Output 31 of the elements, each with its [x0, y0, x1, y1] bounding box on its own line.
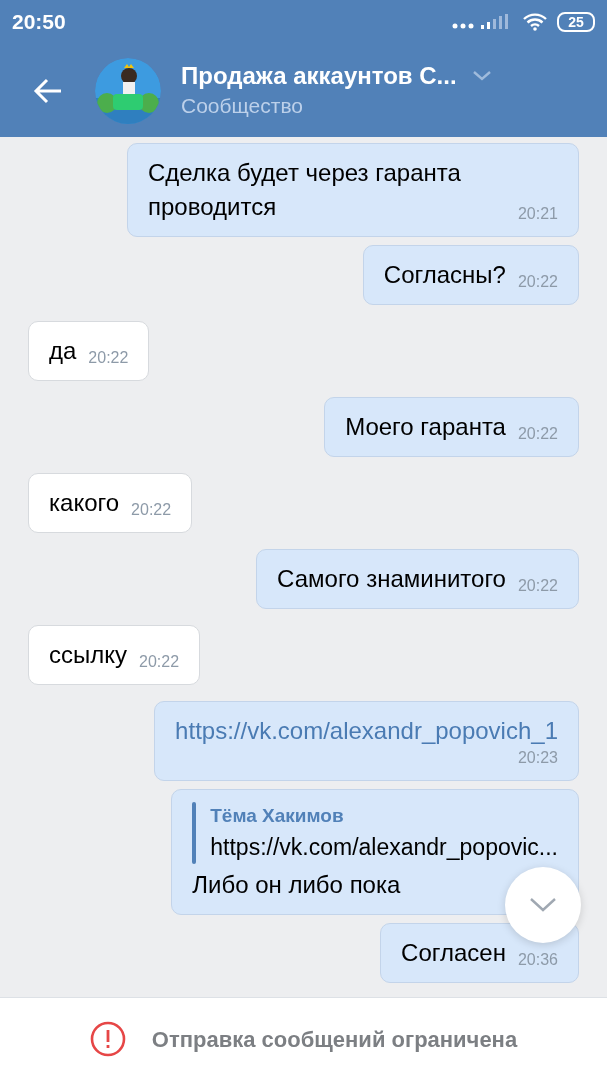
wifi-icon	[523, 13, 547, 31]
message-time: 20:23	[517, 748, 558, 768]
message-text: Согласен	[401, 938, 506, 968]
message-time: 20:22	[139, 652, 180, 672]
message-time: 20:36	[517, 950, 558, 970]
forwarded-text: https://vk.com/alexandr_popovic...	[210, 833, 558, 862]
back-arrow-icon[interactable]	[33, 77, 63, 104]
message-text: Моего гаранта	[345, 412, 506, 442]
message-text: да	[49, 336, 77, 366]
message-time: 20:22	[131, 500, 172, 520]
message-text: какого	[49, 488, 120, 518]
message-text: ссылку	[49, 640, 128, 670]
message-text: Либо он либо пока	[192, 870, 401, 900]
notice-text: Отправка сообщений ограничена	[151, 1025, 518, 1054]
message-time: 20:22	[88, 348, 129, 368]
chevron-down-icon	[530, 898, 556, 912]
message-time: 20:22	[517, 576, 558, 596]
message-time: 20:22	[517, 272, 558, 292]
message-text: Согласны?	[383, 260, 506, 290]
message-text: Сделка будет через гаранта проводится	[148, 158, 462, 222]
message-text: Самого знаминитого	[277, 564, 506, 594]
message-time: 20:22	[517, 424, 558, 444]
status-time: 20:50	[12, 9, 66, 36]
warning-icon	[89, 1021, 126, 1057]
chat-subtitle: Сообщество	[181, 92, 304, 119]
battery-icon: 25	[557, 12, 595, 32]
chat-title[interactable]: Продажа аккаунтов С...	[181, 60, 457, 91]
chevron-down-icon[interactable]	[472, 70, 491, 81]
forward-author[interactable]: Тёма Хакимов	[210, 802, 558, 830]
message-link[interactable]: https://vk.com/alexandr_popovich_1	[175, 714, 558, 748]
message-time: 20:21	[517, 204, 558, 224]
